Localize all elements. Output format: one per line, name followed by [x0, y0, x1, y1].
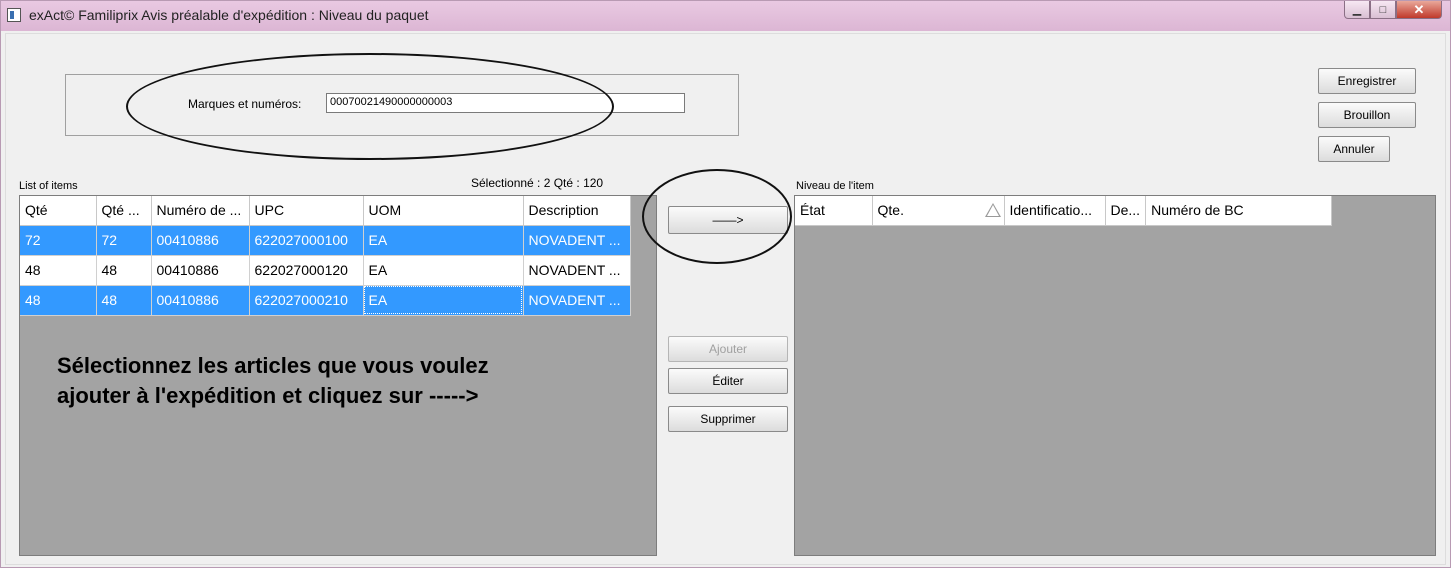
items-section-title: List of items — [19, 180, 78, 192]
marks-input[interactable]: 00070021490000000003 — [326, 93, 685, 113]
col-po-number[interactable]: Numéro de BC — [1145, 196, 1333, 226]
col-qty-2[interactable]: Qté ... — [96, 196, 152, 226]
instruction-line-1: Sélectionnez les articles que vous voule… — [57, 353, 489, 378]
col-qty[interactable]: Qté — [20, 196, 97, 226]
cell-number: 00410886 — [151, 255, 250, 286]
col-state[interactable]: État — [795, 196, 873, 226]
app-icon[interactable] — [7, 8, 21, 22]
window-controls: ▁ □ ✕ — [1344, 1, 1442, 21]
cell-uom: EA — [363, 255, 524, 286]
col-de[interactable]: De... — [1105, 196, 1147, 226]
close-button[interactable]: ✕ — [1396, 1, 1442, 19]
cell-qty-2: 72 — [96, 225, 152, 256]
table-row[interactable]: 48 48 00410886 622027000210 EA NOVADENT … — [20, 285, 631, 316]
edit-button[interactable]: Éditer — [668, 368, 788, 394]
instruction-text: Sélectionnez les articles que vous voule… — [57, 351, 489, 411]
instruction-line-2: ajouter à l'expédition et cliquez sur --… — [57, 383, 479, 408]
title-bar[interactable]: exAct© Familiprix Avis préalable d'expéd… — [1, 1, 1450, 31]
col-identification[interactable]: Identificatio... — [1004, 196, 1106, 226]
items-grid[interactable]: Qté Qté ... Numéro de ... UPC UOM Descri… — [19, 195, 657, 556]
item-level-grid[interactable]: État Qte. Identificatio... De... Numéro … — [794, 195, 1436, 556]
main-window: exAct© Familiprix Avis préalable d'expéd… — [0, 0, 1451, 568]
cell-description: NOVADENT ... — [523, 255, 631, 286]
item-level-table: État Qte. Identificatio... De... Numéro … — [795, 196, 1333, 226]
cell-number: 00410886 — [151, 285, 250, 316]
cell-uom: EA — [363, 225, 524, 256]
cell-qty: 72 — [20, 225, 97, 256]
cell-qty-2: 48 — [96, 285, 152, 316]
cell-description: NOVADENT ... — [523, 225, 631, 256]
col-qte[interactable]: Qte. — [872, 196, 1005, 226]
draft-button[interactable]: Brouillon — [1318, 102, 1416, 128]
minimize-button[interactable]: ▁ — [1344, 1, 1370, 19]
cell-description: NOVADENT ... — [523, 285, 631, 316]
items-table: Qté Qté ... Numéro de ... UPC UOM Descri… — [20, 196, 631, 316]
cancel-button[interactable]: Annuler — [1318, 136, 1390, 162]
maximize-button[interactable]: □ — [1370, 1, 1396, 19]
marks-label: Marques et numéros: — [188, 97, 302, 111]
cell-upc: 622027000210 — [249, 285, 364, 316]
selection-summary: Sélectionné : 2 Qté : 120 — [471, 176, 604, 190]
window-title: exAct© Familiprix Avis préalable d'expéd… — [29, 7, 429, 23]
cell-number: 00410886 — [151, 225, 250, 256]
delete-button[interactable]: Supprimer — [668, 406, 788, 432]
cell-upc: 622027000100 — [249, 225, 364, 256]
item-level-header-row: État Qte. Identificatio... De... Numéro … — [795, 196, 1333, 226]
cell-upc: 622027000120 — [249, 255, 364, 286]
cell-qty: 48 — [20, 285, 97, 316]
sort-ascending-icon — [984, 203, 1001, 217]
table-row[interactable]: 48 48 00410886 622027000120 EA NOVADENT … — [20, 255, 631, 286]
col-description[interactable]: Description — [523, 196, 631, 226]
add-button[interactable]: Ajouter — [668, 336, 788, 362]
cell-qty-2: 48 — [96, 255, 152, 286]
col-uom[interactable]: UOM — [363, 196, 524, 226]
transfer-button[interactable]: ——> — [668, 206, 788, 234]
items-header-row: Qté Qté ... Numéro de ... UPC UOM Descri… — [20, 196, 631, 226]
table-row[interactable]: 72 72 00410886 622027000100 EA NOVADENT … — [20, 225, 631, 256]
cell-qty: 48 — [20, 255, 97, 286]
item-level-title: Niveau de l'item — [796, 180, 874, 192]
cell-uom: EA — [363, 285, 524, 316]
col-number[interactable]: Numéro de ... — [151, 196, 250, 226]
col-qte-label: Qte. — [877, 202, 904, 219]
col-upc[interactable]: UPC — [249, 196, 364, 226]
save-button[interactable]: Enregistrer — [1318, 68, 1416, 94]
